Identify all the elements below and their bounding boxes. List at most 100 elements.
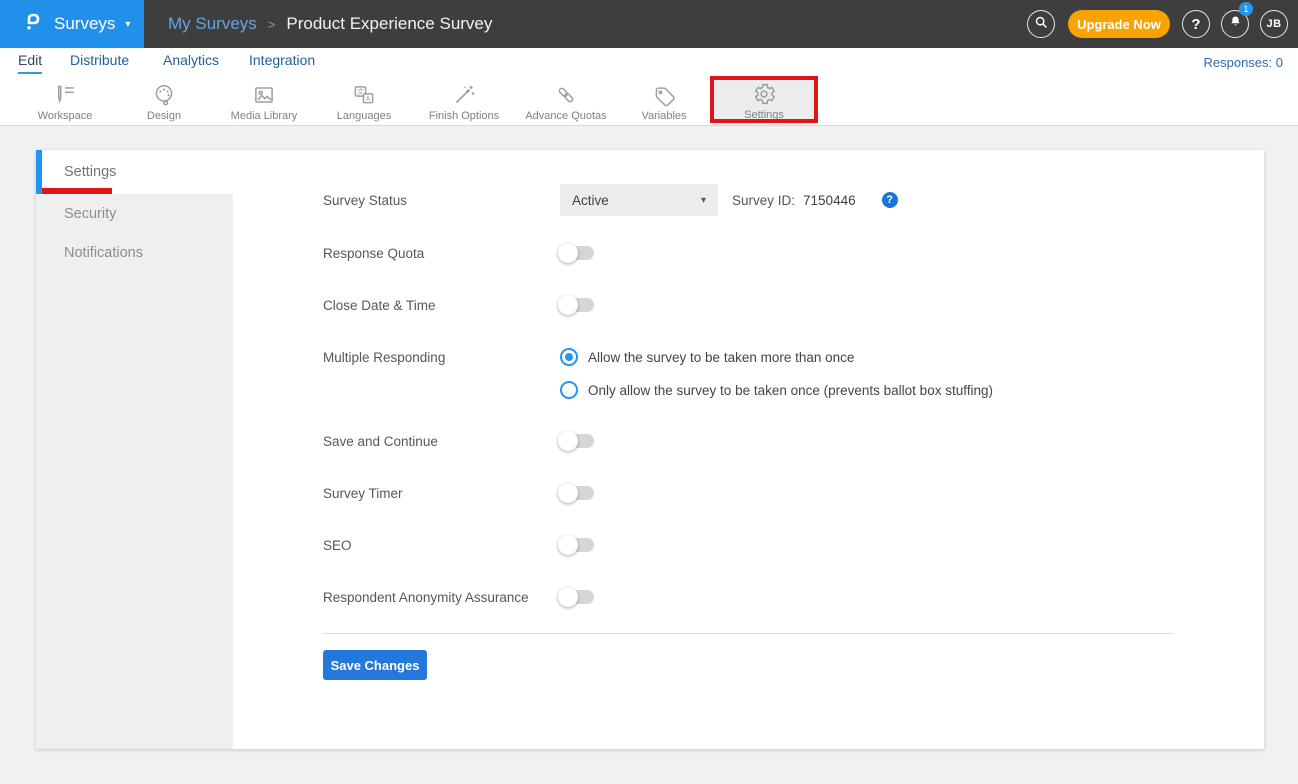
form-divider: [323, 633, 1174, 634]
save-changes-button[interactable]: Save Changes: [323, 650, 427, 680]
translate-icon: 文 A: [351, 82, 377, 108]
avatar[interactable]: JB: [1260, 10, 1288, 38]
tab-integration[interactable]: Integration: [249, 52, 315, 68]
save-and-continue-label: Save and Continue: [323, 434, 560, 449]
sidebar-item-notifications[interactable]: Notifications: [36, 233, 233, 272]
breadcrumb: My Surveys > Product Experience Survey: [168, 0, 492, 48]
toolbar-item-media-library[interactable]: Media Library: [214, 82, 314, 122]
tag-icon: [651, 82, 677, 108]
radio-allow-multiple[interactable]: [560, 348, 578, 366]
notification-badge: 1: [1239, 2, 1253, 16]
radio-only-once[interactable]: [560, 381, 578, 399]
toolbar-item-finish-options[interactable]: Finish Options: [414, 82, 514, 122]
toggle-knob: [558, 431, 578, 451]
survey-status-row: Survey Status Active ▾ Survey ID: 715044…: [323, 184, 898, 216]
survey-status-label: Survey Status: [323, 193, 560, 208]
top-bar: Surveys ▾ My Surveys > Product Experienc…: [0, 0, 1298, 48]
tab-distribute[interactable]: Distribute: [70, 52, 129, 68]
radio-allow-multiple-label: Allow the survey to be taken more than o…: [588, 350, 854, 365]
content-area: Settings Security Notifications Survey S…: [0, 126, 1298, 784]
toolbar-item-advance-quotas[interactable]: Advance Quotas: [516, 82, 616, 122]
toolbar-item-label: Variables: [641, 110, 686, 122]
save-and-continue-row: Save and Continue: [323, 431, 594, 451]
survey-id-label: Survey ID:: [732, 193, 795, 208]
toolbar-item-variables[interactable]: Variables: [614, 82, 714, 122]
section-tabs: Edit Distribute Analytics Integration Re…: [0, 48, 1298, 78]
upgrade-now-button[interactable]: Upgrade Now: [1068, 10, 1170, 38]
search-icon: [1033, 14, 1049, 35]
tab-edit[interactable]: Edit: [18, 52, 42, 74]
response-quota-row: Response Quota: [323, 243, 594, 263]
questionpro-app: Surveys ▾ My Surveys > Product Experienc…: [0, 0, 1298, 784]
survey-id-value: 7150446: [803, 193, 856, 208]
response-quota-label: Response Quota: [323, 246, 560, 261]
avatar-initials: JB: [1266, 18, 1281, 30]
survey-status-select[interactable]: Active ▾: [560, 184, 718, 216]
chain-link-icon: [553, 82, 579, 108]
responses-count: Responses: 0: [1204, 55, 1284, 70]
palette-icon: [151, 82, 177, 108]
seo-label: SEO: [323, 538, 560, 553]
sidebar-item-label: Notifications: [64, 245, 143, 261]
survey-timer-label: Survey Timer: [323, 486, 560, 501]
multiple-responding-label: Multiple Responding: [323, 350, 560, 365]
toolbar-item-label: Advance Quotas: [525, 110, 606, 122]
question-mark-icon: ?: [1191, 16, 1200, 33]
chevron-down-icon: ▾: [701, 195, 706, 206]
toolbar-item-label: Languages: [337, 110, 391, 122]
toggle-knob: [558, 535, 578, 555]
svg-text:A: A: [366, 95, 371, 103]
help-button[interactable]: ?: [1182, 10, 1210, 38]
respondent-anonymity-label: Respondent Anonymity Assurance: [323, 590, 560, 605]
survey-status-value: Active: [572, 193, 609, 208]
sidebar-item-security[interactable]: Security: [36, 194, 233, 233]
toolbar-item-label: Media Library: [231, 110, 298, 122]
breadcrumb-separator: >: [268, 17, 276, 32]
multiple-responding-option2-row: Only allow the survey to be taken once (…: [323, 380, 993, 400]
respondent-anonymity-toggle[interactable]: [560, 590, 594, 604]
multiple-responding-row: Multiple Responding Allow the survey to …: [323, 347, 854, 367]
questionpro-logo-icon: [22, 10, 46, 39]
seo-row: SEO: [323, 535, 594, 555]
settings-card: Settings Security Notifications Survey S…: [36, 150, 1264, 749]
response-quota-toggle[interactable]: [560, 246, 594, 260]
close-date-time-label: Close Date & Time: [323, 298, 560, 313]
toolbar-item-design[interactable]: Design: [114, 82, 214, 122]
toolbar-item-workspace[interactable]: Workspace: [15, 82, 115, 122]
workspace-icon: [52, 82, 78, 108]
toggle-knob: [558, 587, 578, 607]
respondent-anonymity-row: Respondent Anonymity Assurance: [323, 587, 594, 607]
image-icon: [251, 82, 277, 108]
sidebar-item-label: Security: [64, 206, 116, 222]
wand-icon: [451, 82, 477, 108]
toolbar-item-label: Workspace: [38, 110, 93, 122]
gear-icon: [751, 81, 777, 107]
tab-analytics[interactable]: Analytics: [163, 52, 219, 68]
sidebar-item-settings[interactable]: Settings: [36, 150, 233, 194]
edit-toolbar: Workspace Design: [0, 78, 1298, 126]
toggle-knob: [558, 483, 578, 503]
save-and-continue-toggle[interactable]: [560, 434, 594, 448]
close-date-time-row: Close Date & Time: [323, 295, 594, 315]
help-icon[interactable]: ?: [882, 192, 898, 208]
sidebar-item-label: Settings: [64, 164, 116, 180]
survey-timer-toggle[interactable]: [560, 486, 594, 500]
toolbar-item-settings[interactable]: Settings: [714, 81, 814, 121]
toggle-knob: [558, 295, 578, 315]
product-menu-label: Surveys: [54, 14, 115, 34]
seo-toggle[interactable]: [560, 538, 594, 552]
search-button[interactable]: [1027, 10, 1055, 38]
close-date-time-toggle[interactable]: [560, 298, 594, 312]
settings-sidebar: Settings Security Notifications: [36, 150, 233, 749]
toolbar-item-label: Settings: [744, 109, 784, 121]
chevron-down-icon: ▾: [125, 19, 130, 30]
toggle-knob: [558, 243, 578, 263]
toolbar-item-label: Finish Options: [429, 110, 499, 122]
radio-only-once-label: Only allow the survey to be taken once (…: [588, 383, 993, 398]
product-menu[interactable]: Surveys ▾: [0, 0, 144, 48]
breadcrumb-my-surveys[interactable]: My Surveys: [168, 14, 257, 34]
bell-icon: [1228, 14, 1243, 34]
toolbar-item-label: Design: [147, 110, 181, 122]
page-title: Product Experience Survey: [286, 14, 492, 34]
toolbar-item-languages[interactable]: 文 A Languages: [314, 82, 414, 122]
